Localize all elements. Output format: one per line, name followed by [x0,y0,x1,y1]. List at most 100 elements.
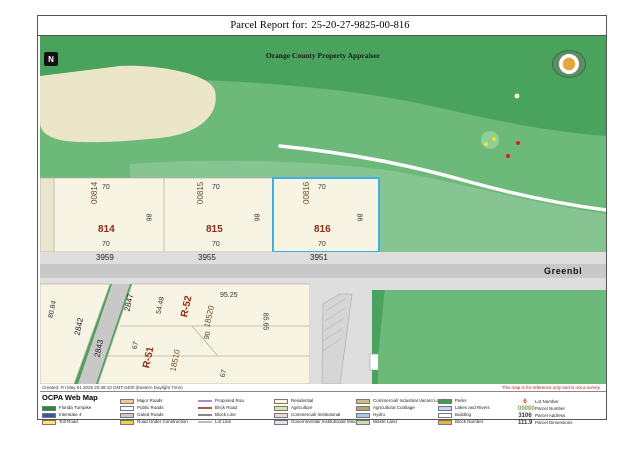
parcel-814[interactable] [40,177,181,253]
legend-swatch-icon: 3106 [518,413,532,419]
marker-white [514,93,520,99]
legend-item: Commercial/ Institutional [274,413,340,418]
legend-item: Residential [274,399,313,404]
legend-title: OCPA Web Map [42,393,98,402]
road-shoulder-east [372,284,606,290]
parcel-814-address: 3959 [96,253,114,262]
legend-label: Waste Land [373,419,397,425]
created-timestamp: Created: Fri May 01 2026 20:38:10 GMT-04… [42,385,183,390]
parcel-814-lot: 814 [98,224,115,235]
parcel-816-address: 3951 [310,253,328,262]
legend-item: Block Line [198,412,236,418]
legend-swatch-icon: 00000 [518,406,535,412]
legend-item: 3106 Parcel Address [518,413,565,420]
legend-label: Parcel Address [535,413,566,419]
legend-swatch-icon [120,406,134,411]
parcel-report-sheet: Parcel Report for:25-20-27-9825-00-816 [37,15,607,426]
legend-label: Parks [455,398,467,404]
road-shoulder-south [40,278,606,284]
legend-item: 6 Lot Number [518,399,559,406]
report-title-prefix: Parcel Report for: [230,20,308,31]
legend-item: Agricultural Curtilage [356,406,415,411]
dim-9525: 95.25 [220,292,238,299]
legend-label: Parcel Dimensions [535,420,573,426]
legend-swatch-icon [42,406,56,411]
legend-swatch-icon [438,406,452,411]
legend-label: Public Roads [137,405,164,411]
parcel-id: 25-20-27-9825-00-816 [311,20,410,31]
legend-item: Major Roads [120,399,163,404]
parcel-815-address: 3955 [198,253,216,262]
legend-item: Agriculture [274,406,313,411]
map-canvas [40,36,606,384]
legend-label: Agricultural Curtilage [373,405,415,411]
parcel-814-dim-side: 86 [144,213,152,222]
marker-yellow [492,137,496,141]
legend-item: Lakes and Rivers [438,406,490,411]
legend-label: Lot Line [215,419,232,424]
legend-swatch-icon [274,406,288,411]
legend-label: Residential [291,398,314,404]
north-arrow-icon[interactable]: N [44,52,58,66]
legend-item: Florida Turnpike [42,406,91,411]
marker-red [516,141,520,145]
legend-item: Proposed Roa [198,398,244,404]
parcel-map[interactable]: Orange County Property Appraiser N 70 00… [40,36,606,384]
parcel-816-id: 00816 [302,181,311,204]
legend-label: Block Number [455,419,484,425]
parcel-815-dim-top: 70 [212,184,220,191]
legend-swatch-icon [274,399,288,404]
parcel-816-dim-top: 70 [318,184,326,191]
legend-swatch-icon [274,420,288,425]
legend-swatch-icon [438,420,452,425]
legend-label: Commercial/ Institutional [291,412,341,418]
legend-item: Interstate 4 [42,413,82,418]
parcel-816-dim-side: 86 [355,213,363,222]
legend-item: Lot Line [198,419,232,425]
green-area-south [378,288,606,384]
street-name: Greenbl [544,266,583,276]
parcel-816-dim-bottom: 70 [318,241,326,248]
legend-item: Governmental/ Institutional/ Misc [274,420,356,425]
legend-item: Waste Land [356,420,397,425]
legend-label: Brick Road [215,405,238,410]
legend-item: Building [438,413,471,418]
legend-item: 111.9 Parcel Dimensions [518,420,573,427]
legend-item: Brick Road [198,405,238,411]
legend-swatch-icon [120,420,134,425]
legend-label: Toll Road [59,419,78,425]
parcel-814-dim-top: 70 [102,184,110,191]
legend-item: Hydro [356,413,385,418]
legend-swatch-icon [438,413,452,418]
legend-label: Lot Number [535,399,559,405]
legend-swatch-icon [438,399,452,404]
legend-swatch-icon [356,406,370,411]
disclaimer: This map is for reference only and is no… [501,385,600,390]
legend-swatch-icon [198,421,212,424]
legend-swatch-icon [42,420,56,425]
legend-label: Block Line [215,412,236,417]
legend-swatch-icon [198,400,212,403]
legend-label: Gated Roads [137,412,164,418]
legend-swatch-icon [198,407,212,410]
legend-swatch-icon: 6 [523,399,527,405]
parcel-813[interactable] [40,177,55,253]
greenbl-road [40,264,606,278]
legend-swatch-icon [356,420,370,425]
legend-item: Toll Road [42,420,78,425]
parcel-816-selected[interactable] [272,177,380,253]
legend-label: Road Under Construction [137,419,188,425]
sand-trap [40,65,216,143]
appraiser-label: Orange County Property Appraiser [265,51,381,60]
legend-label: Governmental/ Institutional/ Misc [291,419,357,425]
legend-item: 00000 Parcel Number [518,406,565,413]
parcel-815-id: 00815 [196,181,205,204]
legend-label: Major Roads [137,398,163,404]
legend-swatch-icon [274,413,288,418]
legend-item: Block Number [438,420,483,425]
legend-label: Commercial/ Industrial Vacant Land [373,398,444,404]
legend-item: Gated Roads [120,413,164,418]
map-legend: OCPA Web Map Florida Turnpike Interstate … [40,391,606,426]
legend-item: Parks [438,399,467,404]
legend-item: Road Under Construction [120,420,188,425]
